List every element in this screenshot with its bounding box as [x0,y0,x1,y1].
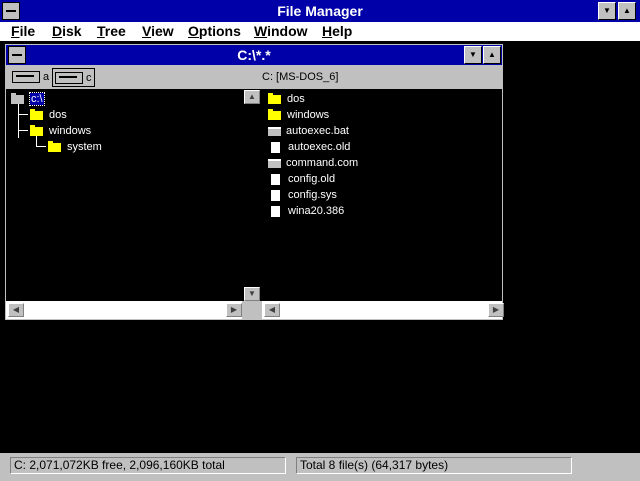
scroll-down-arrow-icon[interactable]: ▼ [244,287,260,301]
menu-disk[interactable]: Disk [52,23,82,39]
document-file-icon [271,205,280,217]
drive-c[interactable]: c [52,68,95,87]
menu-options[interactable]: Options [188,23,241,39]
file-item[interactable]: windows [268,108,329,122]
file-item[interactable]: command.com [268,156,358,170]
file-horizontal-scrollbar[interactable]: ◀ ▶ [262,301,504,319]
file-name: wina20.386 [288,205,345,217]
folder-icon [48,140,61,152]
window-maximize-button[interactable]: ▲ [483,46,501,64]
tree-horizontal-scrollbar[interactable]: ◀ ▶ [6,301,242,319]
tree-item-label: c:\ [29,92,45,106]
menu-tree[interactable]: Tree [97,23,126,39]
tree-connector [18,130,28,131]
menu-file[interactable]: File [11,23,35,39]
menu-help[interactable]: Help [322,23,352,39]
file-item[interactable]: config.sys [268,188,337,202]
tree-connector [18,114,28,115]
folder-icon [268,108,281,120]
directory-window-title: C:\*.* [237,47,271,63]
tree-item-label: system [67,141,102,153]
file-name: windows [287,109,330,121]
folder-icon [268,92,281,104]
app-title-bar: File Manager ▼ ▲ [0,0,640,23]
tree-connector [18,104,19,138]
file-item[interactable]: autoexec.bat [268,124,349,138]
document-file-icon [271,189,280,201]
scroll-right-arrow-icon[interactable]: ▶ [488,303,504,317]
open-folder-icon [11,92,24,104]
scroll-up-arrow-icon[interactable]: ▲ [244,90,260,104]
menu-bar: File Disk Tree View Options Window Help [0,22,640,42]
file-item[interactable]: config.old [268,172,335,186]
document-file-icon [271,141,280,153]
file-name: config.sys [288,189,337,201]
tree-item-label: windows [49,125,92,137]
menu-view[interactable]: View [142,23,174,39]
file-list-pane[interactable]: dos windows autoexec.bat autoexec.old co… [262,90,502,313]
folder-icon [30,124,43,136]
scroll-right-arrow-icon[interactable]: ▶ [226,303,242,317]
tree-item-windows[interactable]: windows [30,124,91,138]
horizontal-scrollbars: ◀ ▶ ◀ ▶ [6,301,504,319]
maximize-button[interactable]: ▲ [618,2,636,20]
document-file-icon [271,173,280,185]
file-name: dos [287,93,305,105]
file-name: autoexec.bat [286,125,349,137]
file-name: config.old [288,173,336,185]
program-file-icon [268,158,281,168]
drive-a[interactable]: a [12,68,49,85]
menu-window[interactable]: Window [254,23,308,39]
tree-vertical-scrollbar[interactable]: ▲ ▼ [242,90,262,313]
hard-drive-icon [55,71,83,84]
tree-connector [36,146,46,147]
status-bar: C: 2,071,072KB free, 2,096,160KB total T… [0,452,640,481]
file-name: autoexec.old [288,141,351,153]
floppy-drive-icon [12,70,40,83]
file-name: command.com [286,157,359,169]
drive-c-label: c [86,71,92,84]
folder-icon [30,108,43,120]
file-item[interactable]: dos [268,92,305,106]
file-count-status: Total 8 file(s) (64,317 bytes) [296,457,572,474]
directory-tree-pane[interactable]: c:\ dos windows system [6,90,242,313]
drive-bar: a c C: [MS-DOS_6] [6,65,502,90]
drive-a-label: a [43,70,50,83]
scroll-left-arrow-icon[interactable]: ◀ [8,303,24,317]
tree-item-root[interactable]: c:\ [11,92,45,106]
volume-label: C: [MS-DOS_6] [262,71,339,83]
file-item[interactable]: wina20.386 [268,204,344,218]
disk-space-status: C: 2,071,072KB free, 2,096,160KB total [10,457,286,474]
app-title: File Manager [277,3,363,19]
tree-item-label: dos [49,109,67,121]
tree-item-dos[interactable]: dos [30,108,67,122]
scroll-left-arrow-icon[interactable]: ◀ [264,303,280,317]
tree-item-system[interactable]: system [48,140,102,154]
directory-window: C:\*.* ▼ ▲ a c C: [MS-DOS_6] c:\ dos win… [5,44,504,320]
program-file-icon [268,126,281,136]
window-minimize-button[interactable]: ▼ [464,46,482,64]
tree-connector [36,136,37,146]
file-item[interactable]: autoexec.old [268,140,350,154]
directory-window-title-bar[interactable]: C:\*.* ▼ ▲ [6,45,502,65]
minimize-button[interactable]: ▼ [598,2,616,20]
